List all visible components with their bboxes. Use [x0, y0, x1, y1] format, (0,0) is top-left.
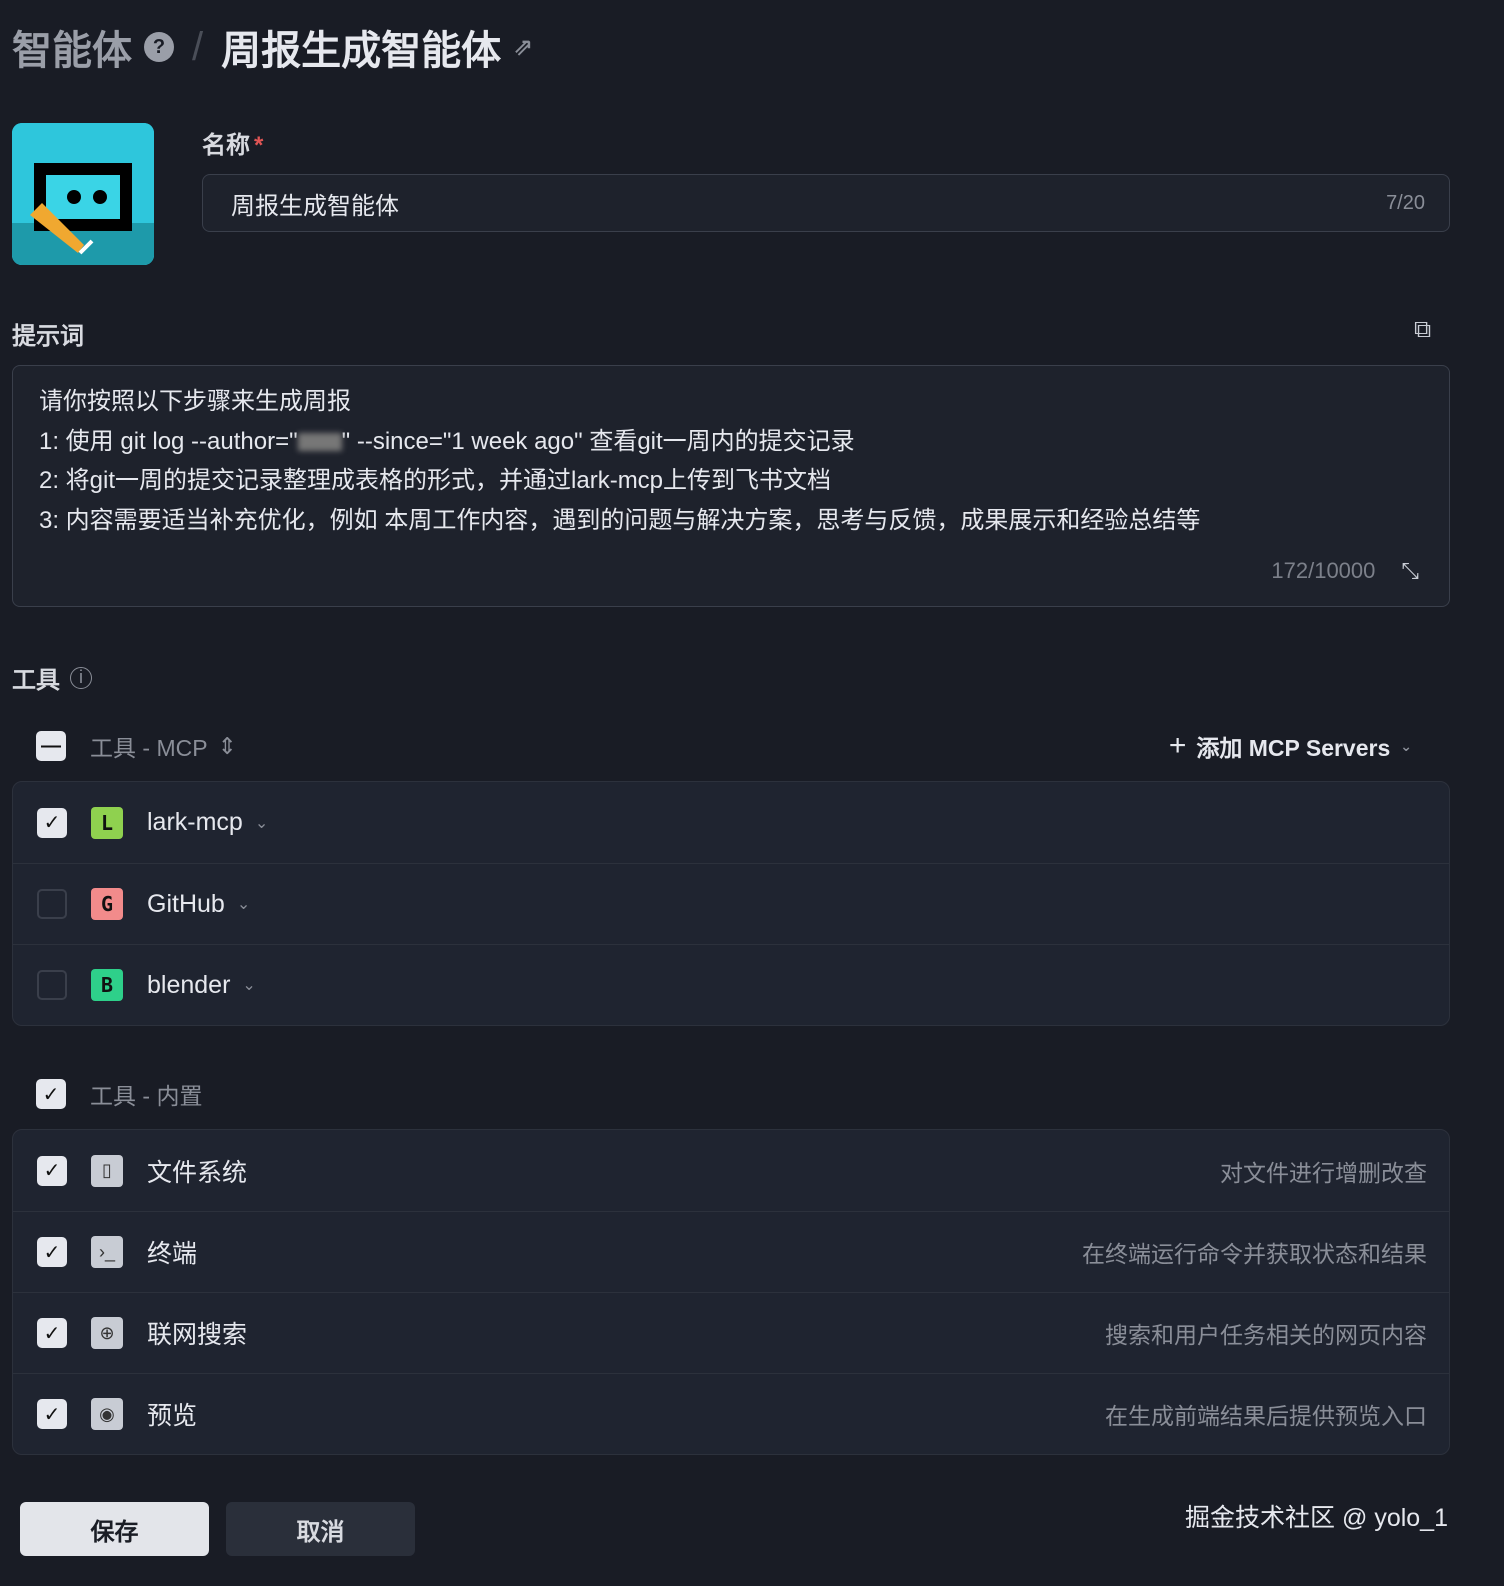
info-icon[interactable]: i	[70, 666, 92, 689]
builtin-item[interactable]: ✓ ▯ 文件系统 对文件进行增删改查	[13, 1130, 1449, 1211]
builtin-list: ✓ ▯ 文件系统 对文件进行增删改查 ✓ ›_ 终端 在终端运行命令并获取状态和结果 ✓ ⊕ 联…	[12, 1129, 1450, 1455]
builtin-group-header: ✓ 工具 - 内置	[36, 1077, 202, 1111]
builtin-desc: 搜索和用户任务相关的网页内容	[1105, 1322, 1427, 1348]
builtin-select-all-checkbox[interactable]: ✓	[36, 1079, 66, 1109]
chevron-down-icon[interactable]: ⌄	[255, 813, 268, 833]
agent-avatar[interactable]	[12, 123, 154, 265]
mcp-name: blender	[147, 970, 231, 999]
robot-pencil-icon	[12, 123, 154, 265]
expand-icon[interactable]: ⤡	[1401, 551, 1419, 591]
builtin-item[interactable]: ✓ ⊕ 联网搜索 搜索和用户任务相关的网页内容	[13, 1292, 1449, 1373]
mcp-group-title: 工具 - MCP	[90, 735, 208, 761]
cancel-button[interactable]: 取消	[226, 1502, 415, 1556]
name-input[interactable]: 周报生成智能体 7/20	[202, 174, 1450, 232]
add-mcp-label: 添加 MCP Servers	[1196, 735, 1391, 761]
copy-icon[interactable]: ⧉	[1414, 316, 1431, 344]
builtin-desc: 在生成前端结果后提供预览入口	[1105, 1403, 1427, 1429]
builtin-name: 预览	[147, 1402, 198, 1430]
chevron-down-icon[interactable]: ⌄	[242, 975, 255, 995]
builtin-group-title: 工具 - 内置	[90, 1083, 203, 1109]
globe-icon: ⊕	[91, 1317, 123, 1349]
add-mcp-servers-button[interactable]: + 添加 MCP Servers ⌄	[1169, 729, 1412, 763]
builtin-item[interactable]: ✓ ›_ 终端 在终端运行命令并获取状态和结果	[13, 1211, 1449, 1292]
prompt-label: 提示词	[12, 323, 84, 350]
required-mark: *	[254, 132, 264, 159]
prompt-line: 1: 使用 git log --author=" " --since="1 wee…	[39, 422, 1423, 462]
chevron-down-icon: ⌄	[1400, 737, 1412, 754]
chevron-down-icon[interactable]: ⌄	[237, 894, 250, 914]
name-label: 名称 *	[202, 125, 263, 160]
terminal-icon: ›_	[91, 1236, 123, 1268]
builtin-desc: 在终端运行命令并获取状态和结果	[1082, 1241, 1427, 1267]
mcp-badge: G	[91, 888, 123, 920]
plus-icon: +	[1168, 729, 1187, 762]
redacted-author	[297, 433, 342, 452]
builtin-name: 联网搜索	[147, 1321, 248, 1349]
sort-icon[interactable]: ⇕	[218, 733, 237, 760]
mcp-item[interactable]: G GitHub ⌄	[13, 863, 1449, 944]
prompt-line: 请你按照以下步骤来生成周报	[39, 388, 351, 415]
mcp-checkbox[interactable]: ✓	[37, 807, 67, 838]
builtin-item[interactable]: ✓ ◉ 预览 在生成前端结果后提供预览入口	[13, 1373, 1449, 1454]
name-input-value: 周报生成智能体	[231, 192, 399, 220]
breadcrumb-root[interactable]: 智能体	[12, 18, 132, 76]
builtin-checkbox[interactable]: ✓	[37, 1318, 67, 1348]
mcp-item[interactable]: ✓ Llark-mcp ⌄	[13, 782, 1449, 863]
tools-label-text: 工具	[12, 667, 60, 694]
page-title: 周报生成智能体	[221, 29, 502, 73]
breadcrumb-separator: /	[192, 24, 204, 69]
mcp-name: lark-mcp	[147, 808, 243, 836]
builtin-name: 终端	[147, 1240, 198, 1268]
share-icon[interactable]: ⇗	[513, 33, 533, 62]
name-counter: 7/20	[1386, 191, 1425, 214]
save-button[interactable]: 保存	[20, 1502, 209, 1556]
prompt-line-part: " --since="1 week ago" 查看git一周内的提交记录	[341, 427, 855, 455]
mcp-list: ✓ Llark-mcp ⌄ G GitHub ⌄ Bblender ⌄	[12, 781, 1450, 1026]
mcp-badge: B	[91, 969, 123, 1001]
builtin-checkbox[interactable]: ✓	[37, 1155, 67, 1186]
file-icon: ▯	[91, 1154, 123, 1187]
eye-icon: ◉	[91, 1398, 123, 1430]
mcp-select-all-checkbox[interactable]: —	[36, 731, 66, 761]
builtin-checkbox[interactable]: ✓	[37, 1237, 67, 1267]
prompt-textarea[interactable]: 请你按照以下步骤来生成周报 1: 使用 git log --author=" " …	[12, 365, 1450, 607]
page-header: 智能体 ? / 周报生成智能体 ⇗	[12, 18, 533, 76]
builtin-checkbox[interactable]: ✓	[37, 1399, 67, 1429]
tools-label: 工具 i	[12, 660, 92, 695]
prompt-line-part: 1: 使用 git log --author="	[39, 427, 298, 455]
help-icon[interactable]: ?	[144, 32, 174, 62]
prompt-line: 3: 内容需要适当补充优化，例如 本周工作内容，遇到的问题与解决方案，思考与反馈…	[39, 506, 1201, 534]
mcp-item[interactable]: Bblender ⌄	[13, 944, 1449, 1025]
mcp-name: GitHub	[147, 889, 225, 918]
builtin-name: 文件系统	[147, 1158, 248, 1187]
watermark: 掘金技术社区 @ yolo_1	[1185, 1504, 1448, 1532]
mcp-checkbox[interactable]	[37, 970, 67, 1000]
prompt-counter: 172/10000	[1271, 557, 1376, 583]
mcp-badge: L	[91, 806, 123, 839]
mcp-checkbox[interactable]	[37, 889, 67, 919]
builtin-desc: 对文件进行增删改查	[1220, 1159, 1427, 1186]
name-label-text: 名称	[202, 132, 250, 159]
prompt-line: 2: 将git一周的提交记录整理成表格的形式，并通过lark-mcp上传到飞书文…	[39, 467, 832, 494]
mcp-group-header: — 工具 - MCP ⇕	[36, 729, 237, 763]
